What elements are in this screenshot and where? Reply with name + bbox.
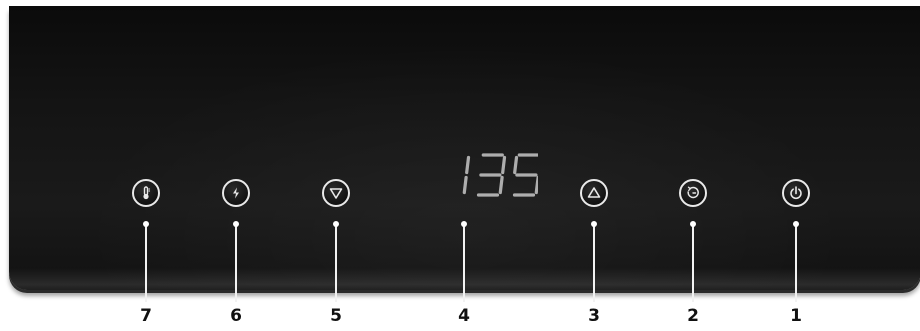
decrease-icon bbox=[329, 188, 343, 199]
power-boost-button[interactable] bbox=[222, 179, 250, 207]
increase-button[interactable] bbox=[580, 179, 608, 207]
power-button[interactable] bbox=[782, 179, 810, 207]
callout-badge-5: 5 bbox=[322, 302, 350, 330]
temperature-icon bbox=[143, 186, 150, 200]
timer-icon bbox=[687, 186, 699, 199]
callout-badge-2: 2 bbox=[679, 302, 707, 330]
leader-line-2 bbox=[690, 221, 696, 302]
temperature-button[interactable] bbox=[132, 179, 160, 207]
leader-line-3 bbox=[591, 221, 597, 302]
timer-button[interactable] bbox=[679, 179, 707, 207]
temperature-display: 135 bbox=[430, 152, 540, 198]
power-icon bbox=[790, 186, 802, 200]
leader-line-7 bbox=[143, 221, 149, 302]
display-digit bbox=[512, 153, 540, 197]
display-digit bbox=[462, 155, 471, 195]
decrease-button[interactable] bbox=[322, 179, 350, 207]
callout-badge-6: 6 bbox=[222, 302, 250, 330]
leader-line-6 bbox=[233, 221, 239, 302]
leader-line-5 bbox=[333, 221, 339, 302]
callout-badge-1: 1 bbox=[782, 302, 810, 330]
callout-badge-3: 3 bbox=[580, 302, 608, 330]
power-boost-icon bbox=[233, 187, 239, 199]
callout-badge-7: 7 bbox=[132, 302, 160, 330]
seven-segment-readout bbox=[462, 153, 540, 197]
leader-line-1 bbox=[793, 221, 799, 302]
display-digit bbox=[476, 153, 507, 197]
leader-line-4 bbox=[461, 221, 467, 302]
increase-icon bbox=[587, 187, 601, 198]
callout-badge-4: 4 bbox=[450, 302, 478, 330]
